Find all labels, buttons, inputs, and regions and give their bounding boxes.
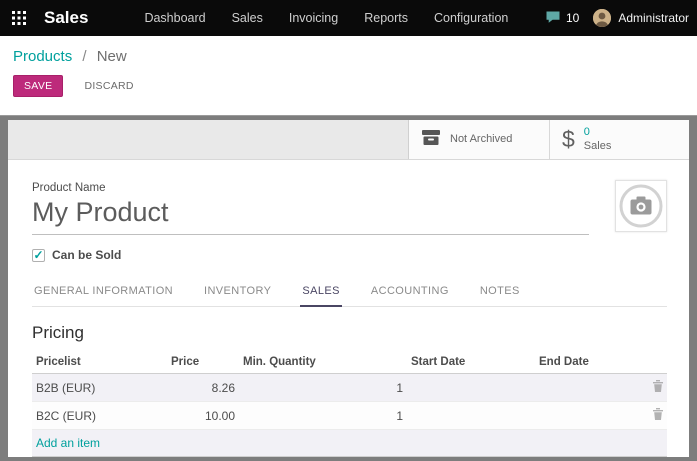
grid-icon xyxy=(12,11,26,25)
tab-notes[interactable]: NOTES xyxy=(478,279,522,306)
sales-stat-text: 0 Sales xyxy=(584,126,612,153)
col-min-quantity: Min. Quantity xyxy=(239,351,407,374)
dollar-icon: $ xyxy=(562,126,575,153)
cell-start-date[interactable] xyxy=(407,374,535,402)
breadcrumb-current: New xyxy=(97,48,127,65)
nav-configuration[interactable]: Configuration xyxy=(434,11,508,25)
save-button[interactable]: SAVE xyxy=(13,75,63,97)
checkbox-check-icon: ✓ xyxy=(32,249,45,262)
delete-row-icon[interactable] xyxy=(653,380,663,392)
col-pricelist: Pricelist xyxy=(32,351,167,374)
user-menu[interactable]: Administrator xyxy=(593,9,689,27)
table-row[interactable]: B2B (EUR) 8.26 1 xyxy=(32,374,667,402)
stat-button-box: Not Archived $ 0 Sales xyxy=(408,120,689,159)
messages-count: 10 xyxy=(566,11,579,25)
discard-button[interactable]: DISCARD xyxy=(75,75,142,97)
messages-indicator[interactable]: 10 xyxy=(545,10,579,27)
user-name: Administrator xyxy=(618,11,689,25)
tab-accounting[interactable]: ACCOUNTING xyxy=(369,279,451,306)
col-price: Price xyxy=(167,351,239,374)
app-title: Sales xyxy=(44,8,88,28)
archive-stat-label: Not Archived xyxy=(450,133,512,146)
tab-inventory[interactable]: INVENTORY xyxy=(202,279,273,306)
top-nav: Dashboard Sales Invoicing Reports Config… xyxy=(144,11,508,25)
cell-price[interactable]: 8.26 xyxy=(167,374,239,402)
cell-start-date[interactable] xyxy=(407,402,535,430)
sheet-body: Product Name My Product ✓ Can be Sold GE… xyxy=(8,160,689,457)
product-form-sheet: Not Archived $ 0 Sales xyxy=(8,120,689,457)
sales-stat-count: 0 xyxy=(584,126,612,140)
breadcrumb-products-link[interactable]: Products xyxy=(13,48,72,65)
topbar: Sales Dashboard Sales Invoicing Reports … xyxy=(0,0,697,36)
tab-sales[interactable]: SALES xyxy=(300,279,341,307)
col-start-date: Start Date xyxy=(407,351,535,374)
nav-reports[interactable]: Reports xyxy=(364,11,408,25)
sales-stat-label: Sales xyxy=(584,140,612,153)
cell-end-date[interactable] xyxy=(535,402,647,430)
sheet-header-strip: Not Archived $ 0 Sales xyxy=(8,120,689,160)
form-actions: SAVE DISCARD xyxy=(0,69,697,115)
add-an-item-link[interactable]: Add an item xyxy=(36,436,100,450)
product-image-placeholder[interactable] xyxy=(615,180,667,232)
pricing-section-title: Pricing xyxy=(32,323,667,343)
archive-icon xyxy=(421,129,441,151)
cell-min-quantity[interactable]: 1 xyxy=(239,402,407,430)
pricing-table-header: Pricelist Price Min. Quantity Start Date… xyxy=(32,351,667,374)
col-end-date: End Date xyxy=(535,351,647,374)
apps-menu-icon[interactable] xyxy=(12,10,28,26)
can-be-sold-checkbox[interactable]: ✓ Can be Sold xyxy=(32,248,667,262)
can-be-sold-label: Can be Sold xyxy=(52,248,121,262)
notebook-tabs: GENERAL INFORMATION INVENTORY SALES ACCO… xyxy=(32,279,667,307)
avatar xyxy=(593,9,611,27)
archive-stat-button[interactable]: Not Archived xyxy=(409,120,549,159)
breadcrumb-separator: / xyxy=(82,48,86,65)
col-delete xyxy=(647,351,667,374)
camera-icon xyxy=(618,183,664,229)
cell-pricelist[interactable]: B2C (EUR) xyxy=(32,402,167,430)
sales-stat-button[interactable]: $ 0 Sales xyxy=(549,120,689,159)
product-name-input[interactable]: My Product xyxy=(32,194,589,235)
form-workspace: Not Archived $ 0 Sales xyxy=(0,115,697,461)
app-window: Sales Dashboard Sales Invoicing Reports … xyxy=(0,0,697,461)
topbar-right: 10 Administrator xyxy=(545,9,689,27)
breadcrumb: Products / New xyxy=(0,36,697,69)
cell-min-quantity[interactable]: 1 xyxy=(239,374,407,402)
nav-dashboard[interactable]: Dashboard xyxy=(144,11,205,25)
pricing-table: Pricelist Price Min. Quantity Start Date… xyxy=(32,351,667,457)
cell-end-date[interactable] xyxy=(535,374,647,402)
cell-pricelist[interactable]: B2B (EUR) xyxy=(32,374,167,402)
chat-icon xyxy=(545,10,561,27)
nav-sales[interactable]: Sales xyxy=(232,11,263,25)
tab-general-information[interactable]: GENERAL INFORMATION xyxy=(32,279,175,306)
product-name-label: Product Name xyxy=(32,182,667,194)
nav-invoicing[interactable]: Invoicing xyxy=(289,11,338,25)
cell-price[interactable]: 10.00 xyxy=(167,402,239,430)
add-item-row: Add an item xyxy=(32,430,667,457)
table-row[interactable]: B2C (EUR) 10.00 1 xyxy=(32,402,667,430)
delete-row-icon[interactable] xyxy=(653,408,663,420)
